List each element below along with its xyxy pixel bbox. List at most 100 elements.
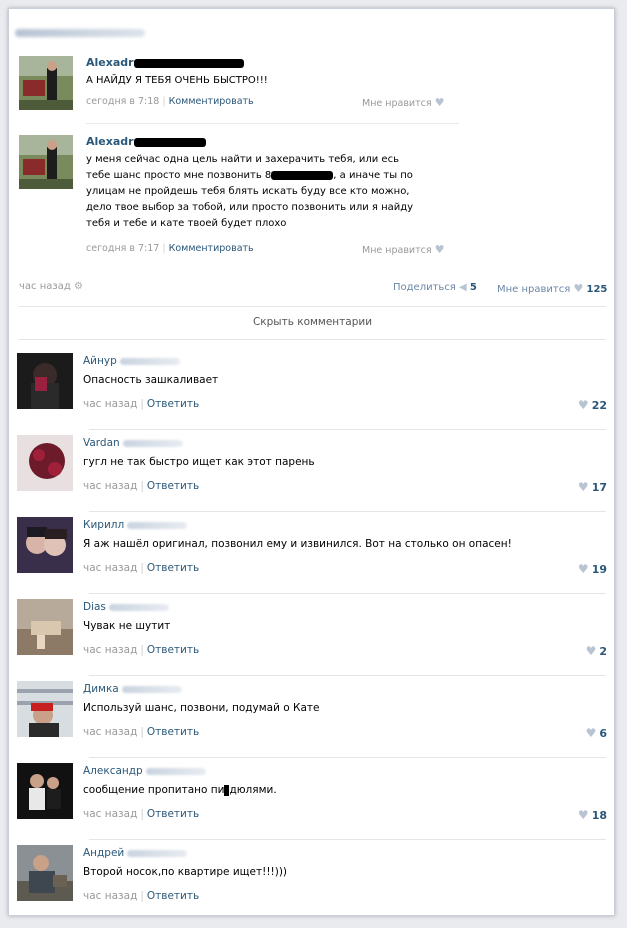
- post-comment: Alexadr у меня сейчас одна цель найти и …: [19, 135, 459, 265]
- avatar[interactable]: [17, 681, 73, 737]
- comment-reply-link[interactable]: Комментировать: [169, 243, 254, 254]
- comment-time[interactable]: час назад: [83, 398, 137, 410]
- blurred-surname: [145, 767, 206, 775]
- post-like-button[interactable]: Мне нравится ♥ 125: [497, 282, 607, 295]
- reply-link[interactable]: Ответить: [147, 808, 199, 820]
- divider: [89, 839, 606, 840]
- heart-icon: ♥: [573, 282, 584, 295]
- post-footer: час назад ⚙ Поделиться ◀ 5 Мне нравится …: [19, 281, 609, 301]
- comment-author[interactable]: Alexadr: [86, 135, 206, 148]
- heart-icon: ♥: [577, 480, 589, 494]
- comment-time[interactable]: час назад: [83, 644, 137, 656]
- comment-meta: час назад | Ответить: [83, 808, 200, 820]
- comment-meta: час назад | Ответить: [83, 890, 200, 902]
- comment-author[interactable]: Vardan: [83, 437, 183, 449]
- avatar[interactable]: [17, 845, 73, 901]
- avatar[interactable]: [17, 599, 73, 655]
- avatar[interactable]: [17, 763, 73, 819]
- post-time[interactable]: час назад: [19, 281, 71, 292]
- comment-meta: час назад | Ответить: [83, 480, 200, 492]
- reply-link[interactable]: Ответить: [147, 890, 199, 902]
- redacted-surname: [133, 137, 206, 147]
- blurred-surname: [108, 603, 169, 611]
- heart-icon: ♥: [577, 398, 589, 412]
- comment-time[interactable]: час назад: [83, 726, 137, 738]
- comment-item: Dias Чувак не шутит час назад | Ответить ♥…: [17, 599, 607, 681]
- blurred-header: [15, 29, 145, 37]
- megaphone-icon: ◀: [459, 282, 467, 293]
- comment-like-button[interactable]: ♥ 17: [578, 480, 607, 494]
- hide-comments-link[interactable]: Скрыть комментарии: [9, 316, 614, 328]
- reply-link[interactable]: Ответить: [147, 726, 199, 738]
- comment-meta: сегодня в 7:18 | Комментировать: [86, 96, 254, 107]
- blurred-surname: [127, 521, 188, 529]
- divider: [19, 306, 606, 307]
- comment-like-button[interactable]: ♥ 6: [586, 726, 607, 740]
- comment-meta: час назад | Ответить: [83, 398, 200, 410]
- reply-link[interactable]: Ответить: [147, 644, 199, 656]
- comment-item: Кирилл Я аж нашёл оригинал, позвонил ему…: [17, 517, 607, 599]
- comment-author[interactable]: Димка: [83, 683, 182, 695]
- comment-like-button[interactable]: ♥ 18: [578, 808, 607, 822]
- comment-text: сообщение пропитано пи дюлями.: [83, 784, 277, 796]
- comment-like-button[interactable]: ♥ 19: [578, 562, 607, 576]
- comment-item: Vardan гугл не так быстро ищет как этот …: [17, 435, 607, 517]
- heart-icon: ♥: [577, 808, 589, 822]
- divider: [89, 675, 606, 676]
- comment-author[interactable]: Александр: [83, 765, 206, 777]
- gear-icon[interactable]: ⚙: [74, 281, 83, 292]
- comment-text: Я аж нашёл оригинал, позвонил ему и изви…: [83, 538, 512, 550]
- comment-time[interactable]: час назад: [83, 480, 137, 492]
- comment-item: Александр сообщение пропитано пи дюлями. …: [17, 763, 607, 845]
- comment-text: Чувак не шутит: [83, 620, 171, 632]
- comment-author[interactable]: Андрей: [83, 847, 188, 859]
- comment-text: у меня сейчас одна цель найти и захерачи…: [86, 154, 414, 229]
- comment-reply-link[interactable]: Комментировать: [169, 96, 254, 107]
- comment-item: Димка Используй шанс, позвони, подумай о…: [17, 681, 607, 763]
- comment-meta: час назад | Ответить: [83, 644, 200, 656]
- like-button[interactable]: Мне нравится ♥: [362, 243, 445, 256]
- heart-icon: ♥: [585, 644, 597, 658]
- blurred-surname: [121, 685, 182, 693]
- heart-icon: ♥: [577, 562, 589, 576]
- page-frame: Alexadr А НАЙДУ Я ТЕБЯ ОЧЕНЬ БЫСТРО!!! с…: [8, 8, 615, 916]
- avatar[interactable]: [17, 435, 73, 491]
- divider: [89, 593, 606, 594]
- divider: [89, 511, 606, 512]
- like-button[interactable]: Мне нравится ♥: [362, 96, 445, 109]
- divider: [19, 339, 606, 340]
- comment-meta: час назад | Ответить: [83, 562, 200, 574]
- comment-like-button[interactable]: ♥ 2: [586, 644, 607, 658]
- share-button[interactable]: Поделиться ◀ 5: [393, 282, 477, 293]
- reply-link[interactable]: Ответить: [147, 480, 199, 492]
- heart-icon: ♥: [434, 96, 445, 109]
- comment-text: Опасность зашкаливает: [83, 374, 219, 386]
- reply-link[interactable]: Ответить: [147, 562, 199, 574]
- avatar[interactable]: [19, 135, 73, 189]
- comment-author[interactable]: Кирилл: [83, 519, 188, 531]
- redacted-surname: [133, 58, 244, 68]
- comment-author[interactable]: Dias: [83, 601, 169, 613]
- comment-meta: час назад | Ответить: [83, 726, 200, 738]
- comment-item: Айнур Опасность зашкаливает час назад | От…: [17, 353, 607, 435]
- comment-time[interactable]: час назад: [83, 562, 137, 574]
- avatar[interactable]: [19, 56, 73, 110]
- blurred-surname: [119, 357, 180, 365]
- post-comment: Alexadr А НАЙДУ Я ТЕБЯ ОЧЕНЬ БЫСТРО!!! с…: [19, 56, 459, 121]
- comment-item: Андрей Второй носок,по квартире ищет!!!)…: [17, 845, 607, 915]
- comment-time[interactable]: час назад: [83, 890, 137, 902]
- avatar[interactable]: [17, 517, 73, 573]
- reply-link[interactable]: Ответить: [147, 398, 199, 410]
- divider: [86, 123, 459, 124]
- avatar[interactable]: [17, 353, 73, 409]
- comment-author[interactable]: Айнур: [83, 355, 180, 367]
- divider: [89, 757, 606, 758]
- comment-like-button[interactable]: ♥ 22: [578, 398, 607, 412]
- comment-time[interactable]: час назад: [83, 808, 137, 820]
- comment-text: гугл не так быстро ищет как этот парень: [83, 456, 315, 468]
- comment-author[interactable]: Alexadr: [86, 56, 244, 69]
- comment-text: А НАЙДУ Я ТЕБЯ ОЧЕНЬ БЫСТРО!!!: [86, 75, 268, 86]
- blurred-surname: [127, 849, 188, 857]
- heart-icon: ♥: [585, 726, 597, 740]
- redacted-phone: [271, 170, 334, 180]
